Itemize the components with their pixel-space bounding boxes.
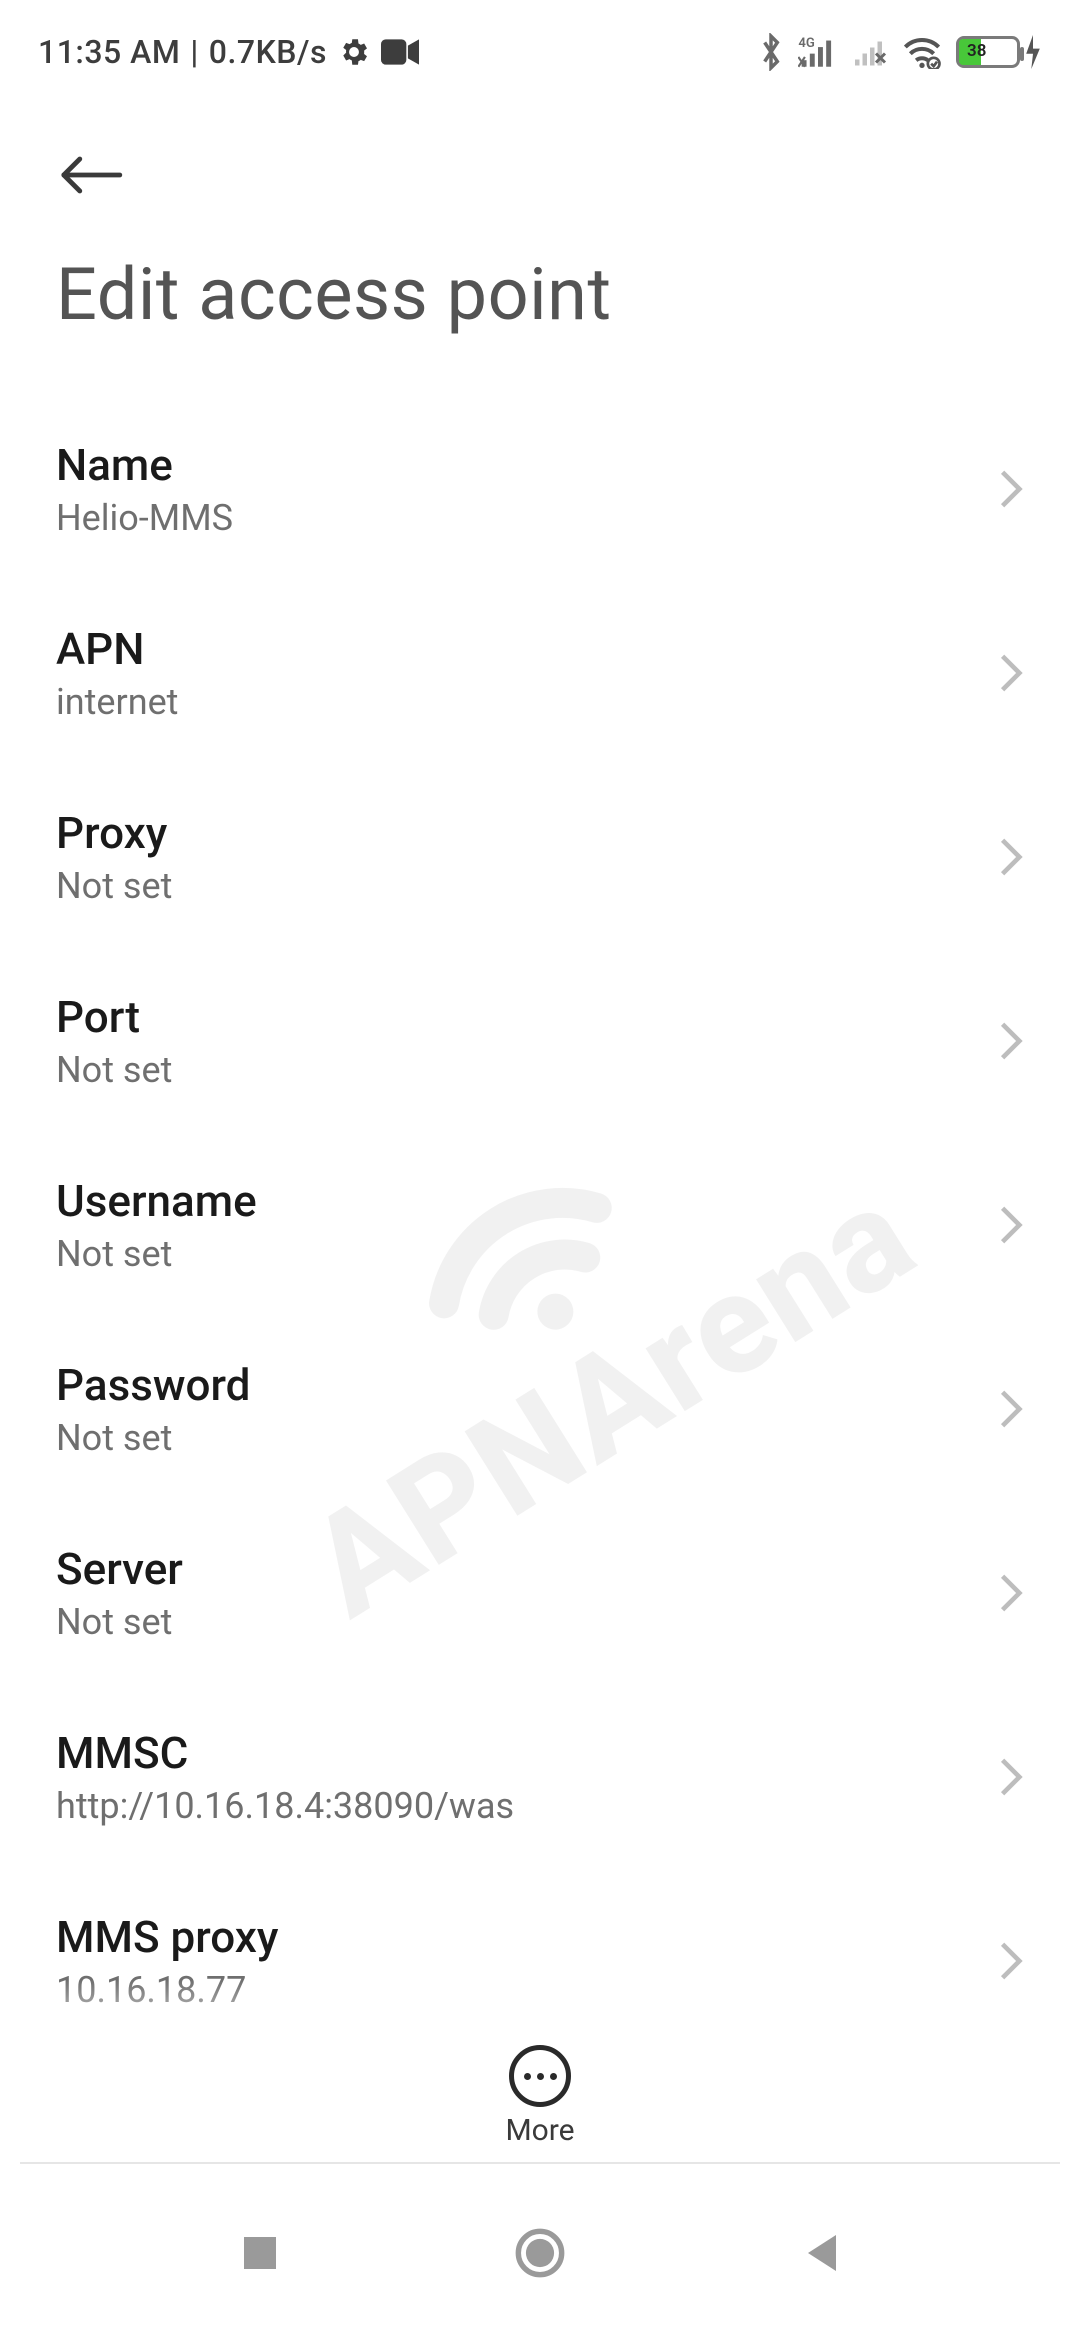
setting-label: APN	[56, 623, 178, 675]
setting-label: Password	[56, 1359, 250, 1411]
more-button[interactable]	[509, 2045, 571, 2107]
bluetooth-icon	[758, 33, 784, 71]
nav-home-button[interactable]	[510, 2223, 570, 2283]
setting-name[interactable]: Name Helio-MMS	[56, 397, 1024, 581]
chevron-right-icon	[998, 836, 1024, 878]
nav-recent-button[interactable]	[230, 2223, 290, 2283]
charging-icon	[1024, 35, 1042, 69]
setting-label: Proxy	[56, 807, 172, 859]
setting-label: MMSC	[56, 1727, 514, 1779]
chevron-right-icon	[998, 468, 1024, 510]
gear-icon	[337, 35, 371, 69]
setting-value: Not set	[56, 1233, 257, 1275]
setting-server[interactable]: Server Not set	[56, 1501, 1024, 1685]
setting-label: MMS proxy	[56, 1911, 278, 1963]
more-label: More	[505, 2113, 574, 2148]
more-icon	[524, 2073, 557, 2080]
signal-4g-icon: 4G	[798, 34, 838, 70]
setting-port[interactable]: Port Not set	[56, 949, 1024, 1133]
setting-mms-proxy[interactable]: MMS proxy 10.16.18.77	[56, 1869, 1024, 2053]
navigation-bar	[0, 2198, 1080, 2308]
wifi-icon	[902, 35, 942, 69]
page-title: Edit access point	[0, 230, 1080, 397]
chevron-right-icon	[998, 652, 1024, 694]
setting-value: Not set	[56, 865, 172, 907]
setting-value: internet	[56, 681, 178, 723]
signal-none-icon	[852, 34, 888, 70]
status-divider: |	[190, 33, 198, 71]
svg-text:4G: 4G	[798, 36, 814, 51]
bottom-divider	[20, 2162, 1060, 2164]
chevron-right-icon	[998, 1572, 1024, 1614]
chevron-right-icon	[998, 1204, 1024, 1246]
status-data-rate: 0.7KB/s	[209, 33, 327, 71]
setting-value: Not set	[56, 1601, 183, 1643]
setting-proxy[interactable]: Proxy Not set	[56, 765, 1024, 949]
setting-value: Not set	[56, 1049, 172, 1091]
status-bar: 11:35 AM | 0.7KB/s 4G 38	[0, 0, 1080, 82]
settings-list: Name Helio-MMS APN internet Proxy Not se…	[0, 397, 1080, 2053]
setting-label: Port	[56, 991, 172, 1043]
setting-username[interactable]: Username Not set	[56, 1133, 1024, 1317]
setting-value: Helio-MMS	[56, 497, 233, 539]
video-icon	[381, 38, 419, 66]
setting-password[interactable]: Password Not set	[56, 1317, 1024, 1501]
nav-back-button[interactable]	[790, 2223, 850, 2283]
setting-label: Name	[56, 439, 233, 491]
chevron-right-icon	[998, 1020, 1024, 1062]
setting-value: http://10.16.18.4:38090/was	[56, 1785, 514, 1827]
chevron-right-icon	[998, 1756, 1024, 1798]
setting-apn[interactable]: APN internet	[56, 581, 1024, 765]
battery-icon: 38	[956, 35, 1042, 69]
status-time: 11:35 AM	[38, 33, 180, 71]
back-button[interactable]	[56, 140, 126, 210]
setting-label: Server	[56, 1543, 183, 1595]
chevron-right-icon	[998, 1388, 1024, 1430]
setting-value: 10.16.18.77	[56, 1969, 278, 2011]
setting-mmsc[interactable]: MMSC http://10.16.18.4:38090/was	[56, 1685, 1024, 1869]
setting-value: Not set	[56, 1417, 250, 1459]
setting-label: Username	[56, 1175, 257, 1227]
chevron-right-icon	[998, 1940, 1024, 1982]
